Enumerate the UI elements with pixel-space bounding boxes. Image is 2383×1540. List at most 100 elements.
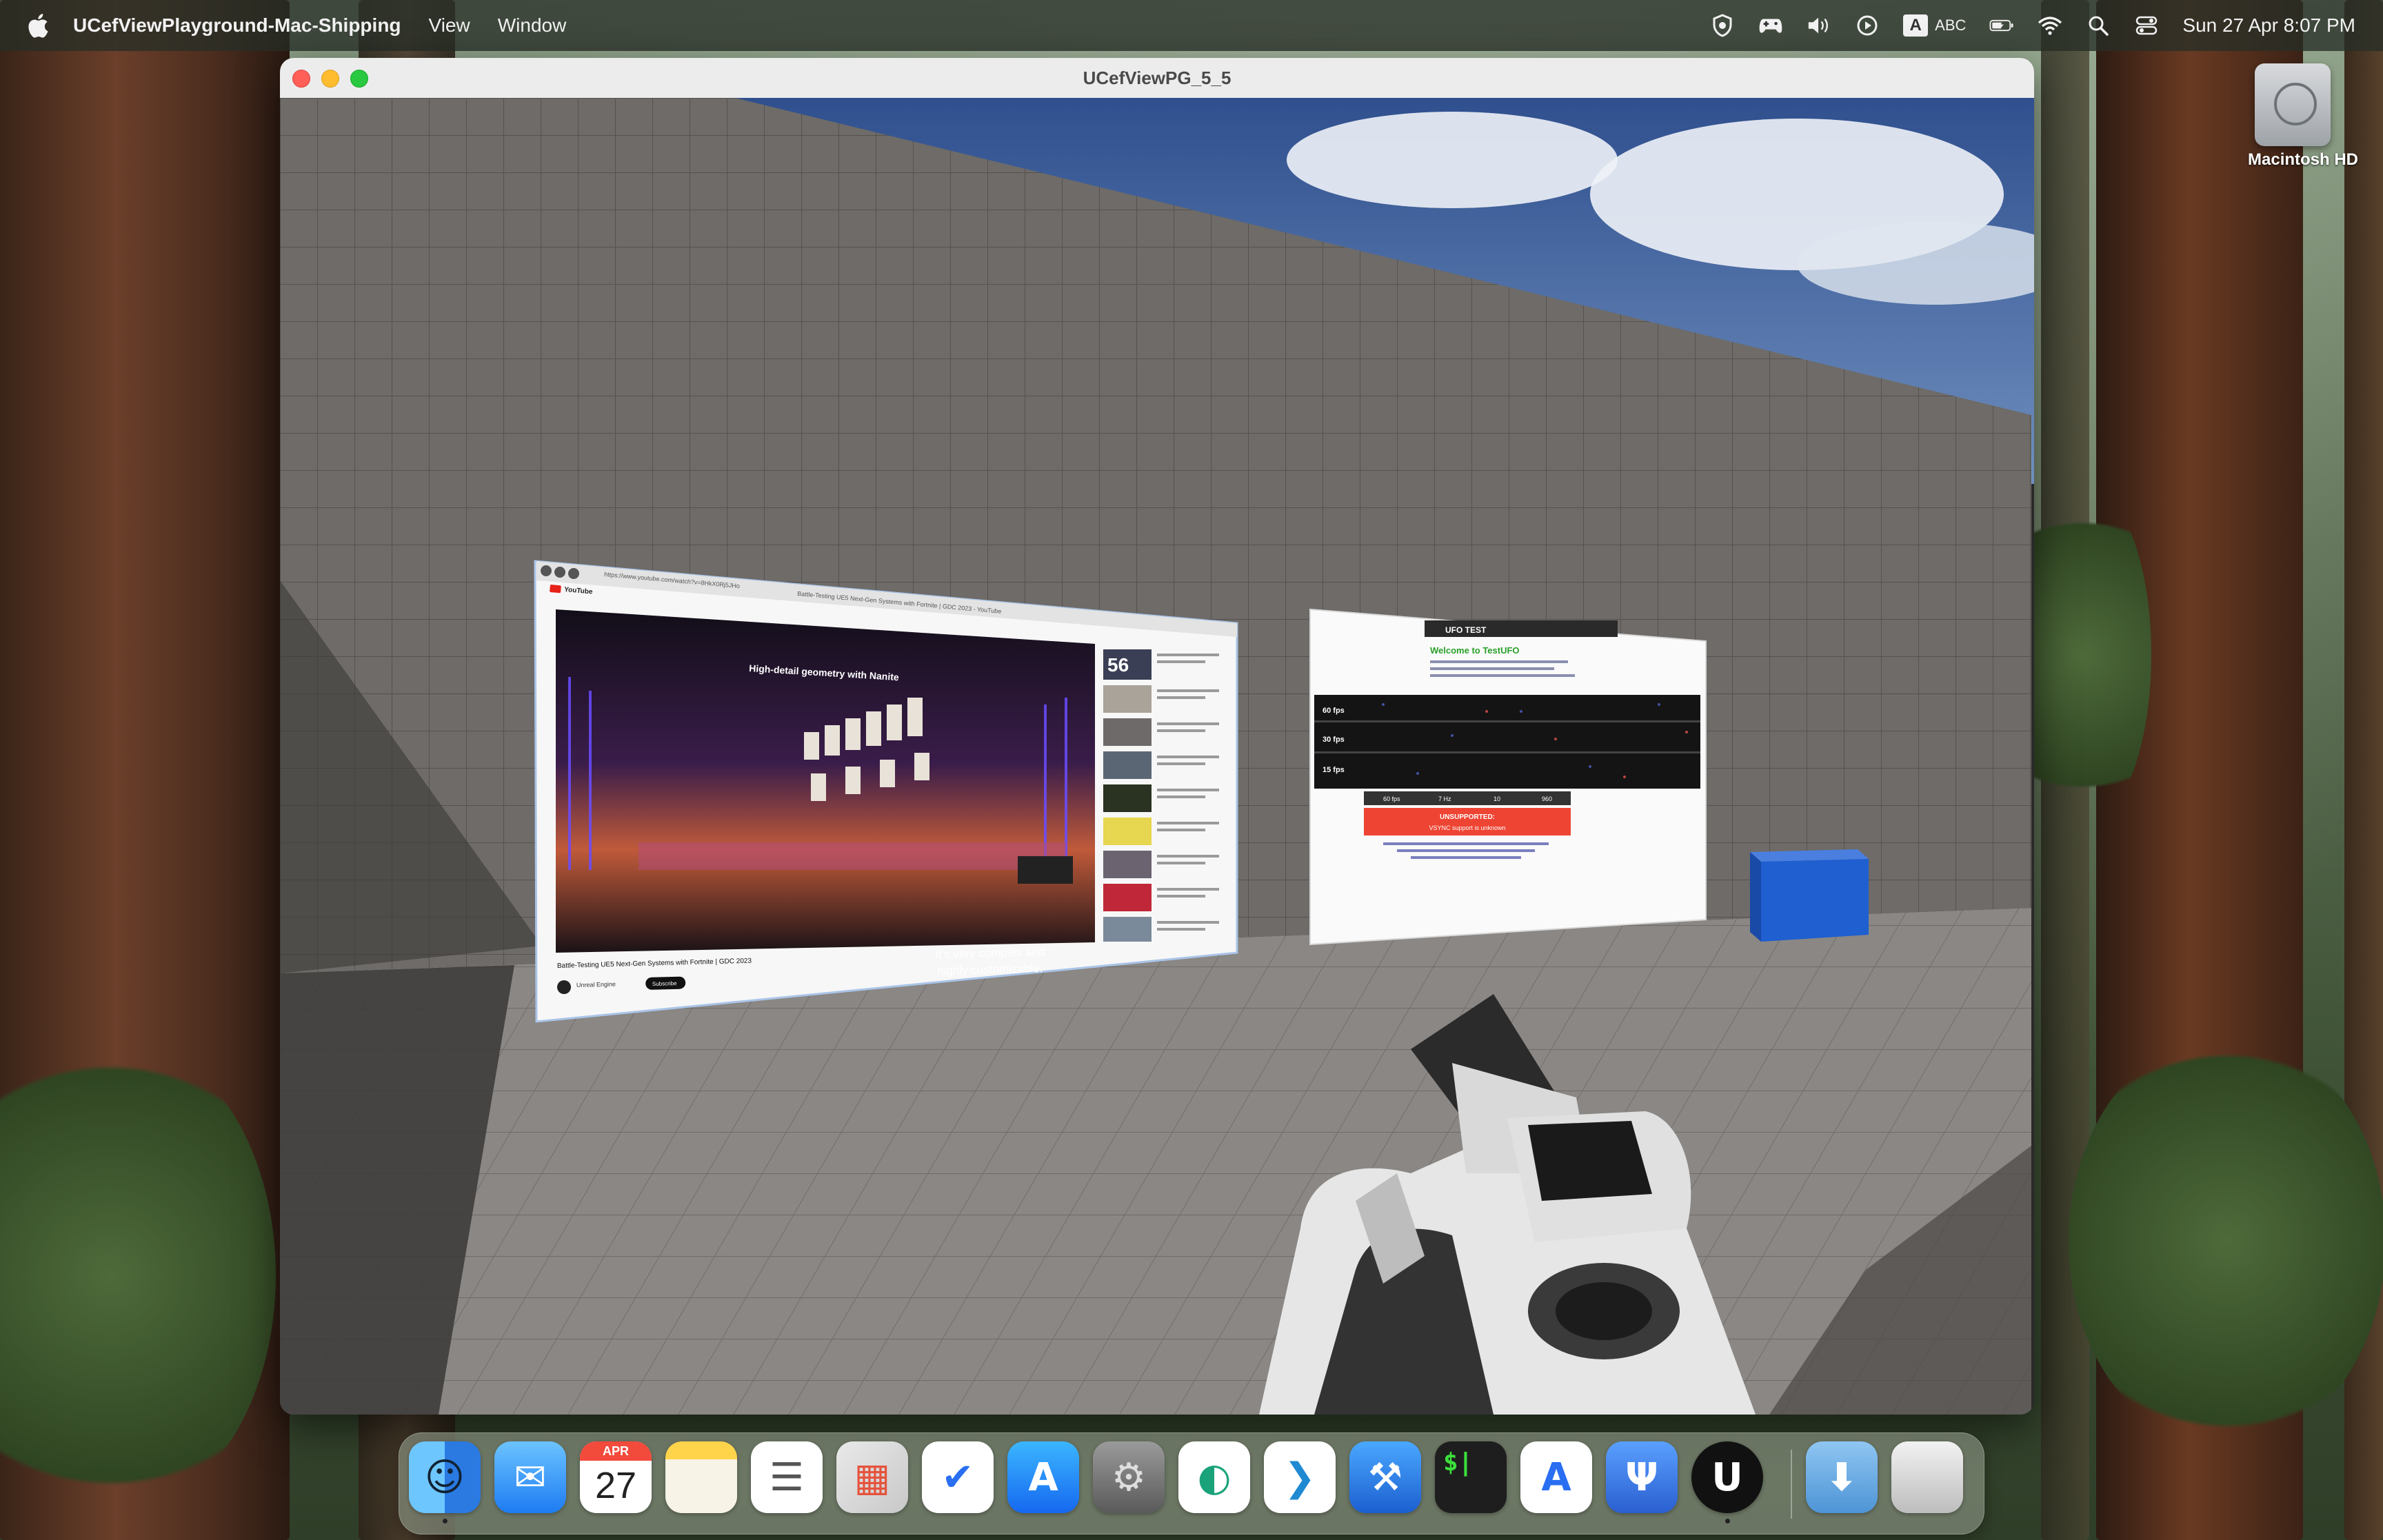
forward-icon[interactable]	[554, 567, 565, 578]
dock-item-microsoft-edge[interactable]: ◐	[1178, 1441, 1250, 1524]
calendar-month: APR	[580, 1441, 652, 1461]
ufo-row-label: 60 fps	[1323, 707, 1345, 715]
video-caption-line2: highly customizable.	[937, 962, 1043, 977]
dock-item-app-store[interactable]: A	[1007, 1441, 1079, 1524]
trash-icon	[1891, 1441, 1963, 1513]
hard-disk-icon	[2255, 63, 2331, 146]
ufo-animation-strip	[1314, 695, 1700, 789]
dock-item-system-settings[interactable]: ⚙	[1093, 1441, 1165, 1524]
ufo-row-divider	[1314, 751, 1700, 753]
recommendation-thumb[interactable]	[1103, 818, 1152, 845]
blue-cube	[1750, 849, 1869, 942]
checkmark-icon: ✔	[922, 1441, 994, 1513]
youtube-browser-panel[interactable]: https://www.youtube.com/watch?v=8HkX0Rj5…	[534, 560, 1238, 1023]
wifi-icon[interactable]	[2038, 13, 2062, 38]
back-icon[interactable]	[541, 565, 552, 576]
recommendation-thumb[interactable]	[1103, 917, 1152, 942]
foliage	[2069, 1034, 2383, 1448]
dock-item-finder[interactable]: ☺	[409, 1441, 481, 1524]
app-window: UCefViewPG_5_5 https://www.youtube.com/w…	[280, 58, 2034, 1415]
subscribe-button-label: Subscribe	[652, 980, 677, 987]
battery-icon[interactable]	[1989, 13, 2014, 38]
foliage	[2013, 483, 2151, 827]
calendar-day: 27	[594, 1465, 637, 1506]
notes-icon	[665, 1441, 737, 1513]
finder-icon-glyph: ☺	[424, 1455, 465, 1500]
game-scene[interactable]: https://www.youtube.com/watch?v=8HkX0Rj5…	[280, 98, 2034, 1415]
dock-item-fork[interactable]: Ψ	[1606, 1441, 1678, 1524]
recommendation-thumb[interactable]	[1103, 718, 1152, 746]
terminal-prompt: $|	[1443, 1448, 1474, 1477]
podium	[1018, 856, 1073, 884]
settings-gear-icon: ⚙	[1093, 1441, 1165, 1513]
dock-item-terminal[interactable]: $|	[1435, 1441, 1507, 1524]
edge-icon: ◐	[1178, 1441, 1250, 1513]
input-source-letter: A	[1903, 14, 1929, 37]
dock-item-visual-studio-code[interactable]: ❯	[1264, 1441, 1336, 1524]
recommendation-thumb[interactable]	[1103, 751, 1152, 779]
dock-item-things[interactable]: ✔	[922, 1441, 994, 1524]
recommendation-thumb[interactable]	[1103, 685, 1152, 713]
shield-icon[interactable]	[1710, 13, 1735, 38]
dock-item-unreal-engine[interactable]: U	[1691, 1441, 1763, 1524]
game-viewport[interactable]: https://www.youtube.com/watch?v=8HkX0Rj5…	[280, 98, 2034, 1415]
dock-item-trash[interactable]	[1891, 1441, 1963, 1524]
menu-window[interactable]: Window	[498, 14, 567, 37]
dock-item-instruments[interactable]: A	[1520, 1441, 1592, 1524]
input-source-menu[interactable]: A ABC	[1903, 14, 1966, 37]
finder-icon: ☺	[409, 1441, 481, 1513]
search-icon[interactable]	[2086, 13, 2111, 38]
xcode-icon-glyph: ⚒	[1367, 1455, 1403, 1500]
window-title: UCefViewPG_5_5	[1083, 67, 1231, 88]
channel-name[interactable]: Unreal Engine	[576, 981, 616, 989]
fork-icon-glyph: Ψ	[1625, 1455, 1658, 1500]
window-title-bar[interactable]: UCefViewPG_5_5	[280, 58, 2034, 99]
youtube-logo-icon[interactable]	[550, 585, 561, 594]
menu-bar: UCefViewPlayground-Mac-Shipping View Win…	[0, 0, 2383, 51]
play-icon[interactable]	[1855, 13, 1880, 38]
control-center-icon[interactable]	[2134, 13, 2159, 38]
dock: ☺ ✉ APR 27 ☰ ▦ ✔ A ⚙ ◐ ❯ ⚒ $| A Ψ U ⬇	[399, 1432, 1984, 1534]
ufo-welcome: Welcome to TestUFO	[1430, 645, 1520, 656]
window-controls	[292, 70, 368, 88]
close-window-button[interactable]	[292, 70, 310, 88]
menu-bar-clock[interactable]: Sun 27 Apr 8:07 PM	[2182, 14, 2355, 37]
reload-icon[interactable]	[568, 568, 579, 579]
gamepad-icon[interactable]	[1758, 13, 1783, 38]
zoom-window-button[interactable]	[350, 70, 368, 88]
minimize-window-button[interactable]	[321, 70, 339, 88]
recommendation-thumb[interactable]	[1103, 884, 1152, 911]
ufo-unsupported-detail: VSYNC support is unknown	[1429, 824, 1505, 831]
testufo-browser-panel[interactable]: UFO TEST Welcome to TestUFO 60 fps 30 fp…	[1309, 608, 1707, 946]
dock-item-calendar[interactable]: APR 27	[580, 1441, 652, 1524]
dock-item-launchpad[interactable]: ▦	[836, 1441, 908, 1524]
recommendation-thumb[interactable]	[1103, 851, 1152, 878]
ufo-row-label: 30 fps	[1323, 736, 1345, 744]
dock-apps: ☺ ✉ APR 27 ☰ ▦ ✔ A ⚙ ◐ ❯ ⚒ $| A Ψ U	[409, 1441, 1763, 1524]
recommendation-thumb[interactable]	[1103, 784, 1152, 812]
menu-view[interactable]: View	[429, 14, 470, 37]
desktop-icon-macintosh-hd[interactable]: Macintosh HD	[2248, 63, 2358, 170]
ufo-row-divider	[1314, 720, 1700, 722]
channel-avatar[interactable]	[557, 980, 571, 994]
apple-menu-icon[interactable]	[25, 12, 50, 39]
launchpad-icon-glyph: ▦	[854, 1455, 891, 1500]
calendar-icon: APR 27	[580, 1441, 652, 1513]
running-indicator	[443, 1519, 448, 1523]
cloud	[1287, 112, 1618, 208]
ufo-warning-box	[1364, 808, 1571, 835]
stage-backdrop	[639, 842, 1066, 870]
dock-item-downloads[interactable]: ⬇	[1806, 1441, 1878, 1524]
dock-item-mail[interactable]: ✉	[494, 1441, 566, 1524]
dock-item-notes[interactable]	[665, 1441, 737, 1524]
dock-stacks: ⬇	[1806, 1441, 1963, 1524]
dock-separator	[1791, 1450, 1792, 1519]
dock-item-reminders[interactable]: ☰	[751, 1441, 823, 1524]
dock-item-xcode[interactable]: ⚒	[1349, 1441, 1421, 1524]
volume-icon[interactable]	[1807, 13, 1831, 38]
ufo-header: UFO TEST	[1445, 625, 1487, 635]
running-indicator	[1725, 1519, 1730, 1523]
ufo-intro-text	[1430, 660, 1575, 677]
xcode-icon: ⚒	[1349, 1441, 1421, 1513]
active-app-name[interactable]: UCefViewPlayground-Mac-Shipping	[73, 14, 401, 37]
